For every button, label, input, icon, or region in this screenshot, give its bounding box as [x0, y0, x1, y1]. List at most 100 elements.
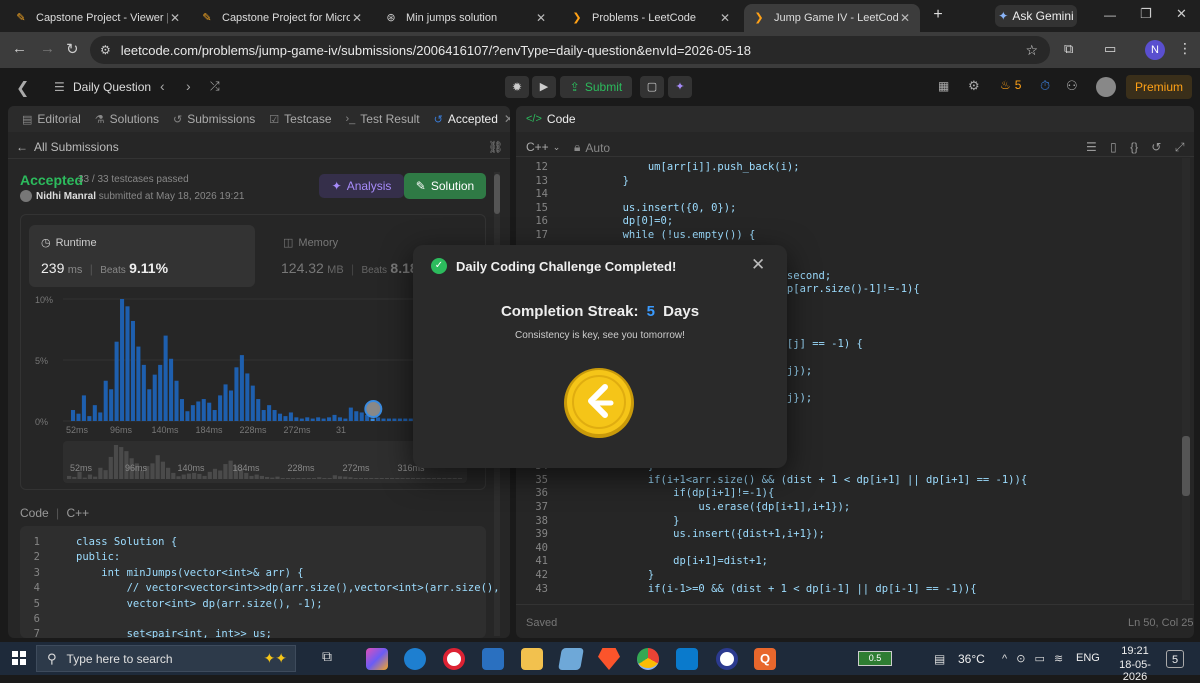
bar[interactable]: [228, 390, 234, 422]
tab-editorial[interactable]: ▤ Editorial: [22, 112, 81, 126]
tab-accepted[interactable]: ↺ Accepted ✕: [434, 112, 510, 126]
bar[interactable]: [169, 358, 174, 421]
battery-widget[interactable]: 0.5: [858, 651, 892, 666]
tab-solutions[interactable]: ⚗ Solutions: [95, 112, 159, 126]
daily-question-label[interactable]: Daily Question: [73, 80, 151, 94]
close-icon[interactable]: ✕: [168, 11, 182, 25]
omnibox[interactable]: ⚙ leetcode.com/problems/jump-game-iv/sub…: [90, 36, 1050, 64]
bar[interactable]: [310, 418, 315, 421]
bar[interactable]: [103, 380, 108, 421]
note-icon[interactable]: ▢: [640, 76, 664, 98]
record-app-icon[interactable]: [443, 648, 465, 670]
submitted-code-block[interactable]: 1 class Solution {2 public: 3 int minJumps(…: [20, 526, 500, 638]
code-line[interactable]: 1 class Solution {: [20, 536, 486, 551]
user-runtime-marker[interactable]: [364, 400, 383, 418]
bar[interactable]: [109, 389, 114, 421]
back-icon[interactable]: ←: [12, 40, 27, 57]
shuffle-icon[interactable]: ⤮: [210, 79, 220, 94]
bar[interactable]: [337, 417, 342, 421]
analysis-button[interactable]: ✦ Analysis: [319, 174, 404, 198]
code-line[interactable]: 4 // vector<vector<int>>dp(arr.size(),ve…: [20, 582, 500, 597]
bar[interactable]: [223, 384, 228, 421]
bar[interactable]: [299, 418, 304, 421]
bar[interactable]: [130, 320, 135, 421]
close-icon[interactable]: ✕: [534, 11, 548, 25]
format-icon[interactable]: ☰: [1086, 140, 1097, 154]
bar[interactable]: [392, 418, 397, 421]
copilot-icon[interactable]: [366, 648, 388, 670]
bar[interactable]: [207, 402, 212, 421]
bar[interactable]: [71, 410, 76, 421]
solution-button[interactable]: ✎ Solution: [404, 173, 486, 199]
notification-center-icon[interactable]: 5: [1166, 650, 1184, 668]
bar[interactable]: [185, 411, 190, 421]
bar[interactable]: [179, 399, 184, 421]
notepad-icon[interactable]: [558, 648, 584, 670]
bar[interactable]: [267, 405, 272, 421]
bar[interactable]: [163, 335, 168, 421]
bar[interactable]: [201, 399, 206, 421]
settings-gear-icon[interactable]: ⚙: [968, 78, 980, 94]
eclipse-icon[interactable]: [716, 648, 738, 670]
ask-gemini-button[interactable]: ✦ Ask Gemini: [995, 5, 1077, 27]
code-line[interactable]: 35 if(i+1<arr.size() && (dist + 1 < dp[i…: [516, 474, 1180, 488]
problem-list-icon[interactable]: ☰: [54, 80, 65, 94]
bar[interactable]: [381, 418, 386, 421]
bar[interactable]: [212, 410, 217, 421]
code-line[interactable]: 12 um[arr[i]].push_back(i);: [516, 161, 1180, 175]
bar[interactable]: [174, 380, 179, 421]
tab-testcase[interactable]: ☑ Testcase: [269, 112, 331, 126]
tab-code[interactable]: </> Code: [526, 112, 576, 126]
timer-icon[interactable]: ⏱: [1040, 78, 1050, 94]
bar[interactable]: [218, 395, 223, 421]
close-icon[interactable]: ✕: [718, 11, 732, 25]
bar[interactable]: [114, 341, 119, 421]
task-view-icon[interactable]: ⧉: [316, 648, 338, 670]
input-language[interactable]: ENG: [1076, 652, 1100, 664]
scrollbar-thumb[interactable]: [494, 174, 500, 214]
auto-mode[interactable]: 🔒︎ Auto: [574, 140, 610, 155]
code-line[interactable]: 2 public:: [20, 551, 486, 566]
code-line[interactable]: 41 dp[i+1]=dist+1;: [516, 555, 1180, 569]
browser-tab[interactable]: ❯ Problems - LeetCode ✕: [562, 4, 740, 32]
bar[interactable]: [261, 410, 266, 421]
share-link-icon[interactable]: ⛓: [488, 140, 503, 154]
code-line[interactable]: 40: [516, 542, 1180, 556]
code-line[interactable]: 42 }: [516, 569, 1180, 583]
code-line[interactable]: 16 dp[0]=0;: [516, 215, 1180, 229]
code-line[interactable]: 43 if(i-1>=0 && (dist + 1 < dp[i-1] || d…: [516, 583, 1180, 597]
file-explorer-icon[interactable]: [521, 648, 543, 670]
bar[interactable]: [152, 374, 157, 421]
reset-icon[interactable]: ↺: [1151, 140, 1161, 154]
temperature[interactable]: 36°C: [958, 652, 985, 666]
remote-app-icon[interactable]: [482, 648, 504, 670]
code-line[interactable]: 14: [516, 188, 1180, 202]
close-modal-icon[interactable]: ✕: [751, 255, 765, 275]
browser-tab[interactable]: ✎ Capstone Project - Viewer | Lex ✕: [6, 4, 190, 32]
bar[interactable]: [141, 364, 146, 421]
braces-icon[interactable]: {}: [1130, 140, 1138, 154]
bar[interactable]: [81, 395, 86, 421]
bar[interactable]: [250, 385, 255, 421]
bookmark-star-icon[interactable]: ☆: [1025, 42, 1038, 59]
bar[interactable]: [294, 417, 299, 421]
code-line[interactable]: 13 }: [516, 175, 1180, 189]
url-text[interactable]: leetcode.com/problems/jump-game-iv/submi…: [121, 43, 751, 58]
bar[interactable]: [158, 364, 163, 421]
brave-icon[interactable]: [598, 648, 620, 670]
next-problem-icon[interactable]: ›: [186, 78, 191, 94]
user-avatar[interactable]: [1096, 77, 1116, 97]
runtime-range-slider[interactable]: 52ms 96ms 140ms 184ms 228ms 272ms 316ms: [63, 441, 467, 483]
bar[interactable]: [256, 399, 261, 421]
bar[interactable]: [359, 412, 364, 421]
layout-icon[interactable]: ▦: [938, 79, 949, 93]
wifi-icon[interactable]: ≋: [1054, 653, 1063, 665]
menu-dots-icon[interactable]: ⋮: [1178, 40, 1192, 57]
bar[interactable]: [316, 417, 321, 421]
debug-icon[interactable]: ✹: [505, 76, 529, 98]
q-app-icon[interactable]: Q: [754, 648, 776, 670]
bar[interactable]: [278, 413, 283, 421]
tab-submissions[interactable]: ↺ Submissions: [173, 112, 255, 126]
site-info-icon[interactable]: ⚙: [100, 43, 111, 57]
code-line[interactable]: 39 us.insert({dist+1,i+1});: [516, 528, 1180, 542]
